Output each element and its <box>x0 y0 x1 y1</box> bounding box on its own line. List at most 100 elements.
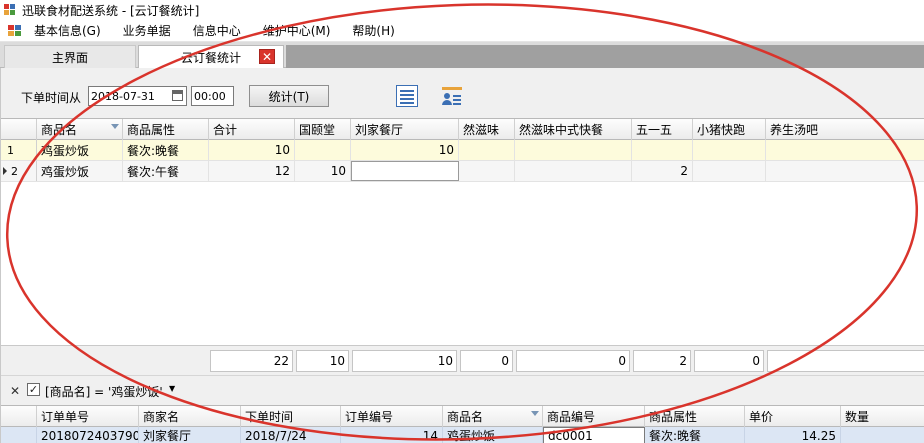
calendar-icon[interactable] <box>172 90 183 101</box>
col-header-total[interactable]: 合计 <box>209 119 295 140</box>
cell-yangsheng[interactable] <box>766 161 924 181</box>
cell-guoyitang[interactable]: 10 <box>295 161 351 181</box>
col-header-attr[interactable]: 商品属性 <box>123 119 209 140</box>
current-row-arrow-icon <box>3 167 7 175</box>
date-value: 2018-07-31 <box>91 89 155 103</box>
content-panel: 下单时间从 2018-07-31 00:00 统计(T) 商品名 商品属性 合计… <box>0 68 924 443</box>
app-icon <box>4 4 16 16</box>
cell-total[interactable]: 12 <box>209 161 295 181</box>
col-header-merchant[interactable]: 商家名 <box>139 406 241 427</box>
total-liujia: 10 <box>352 350 457 372</box>
detail-grid: 订单单号 商家名 下单时间 订单编号 商品名 商品编号 商品属性 单价 数量 2… <box>1 405 924 443</box>
total-ranziwei-fast: 0 <box>516 350 630 372</box>
cell-qty[interactable] <box>841 427 924 443</box>
cell-ranziwei[interactable] <box>459 161 515 181</box>
cell-wuyiwu[interactable]: 2 <box>632 161 693 181</box>
tab-bar: 主界面 云订餐统计 ✕ <box>0 42 924 68</box>
mdi-window-icon[interactable] <box>8 24 22 37</box>
menu-business-docs[interactable]: 业务单据 <box>123 22 171 39</box>
chevron-down-icon[interactable]: ▼ <box>169 384 175 393</box>
cell-order-no[interactable]: 2018072403790 <box>37 427 139 443</box>
cell-product[interactable]: 鸡蛋炒饭 <box>443 427 543 443</box>
cell-attr[interactable]: 餐次:午餐 <box>123 161 209 181</box>
col-header-product[interactable]: 商品名 <box>443 406 543 427</box>
cell-order-time[interactable]: 2018/7/24 <box>241 427 341 443</box>
filter-bar: 下单时间从 2018-07-31 00:00 统计(T) <box>1 68 924 118</box>
cell-yangsheng[interactable] <box>766 140 924 160</box>
col-header-qty[interactable]: 数量 <box>841 406 924 427</box>
time-input[interactable]: 00:00 <box>191 86 234 106</box>
grid-header: 商品名 商品属性 合计 国颐堂 刘家餐厅 然滋味 然滋味中式快餐 五一五 小猪快… <box>1 119 924 140</box>
user-card-icon[interactable] <box>441 85 463 107</box>
cell-product-code[interactable]: dc0001 <box>543 427 645 443</box>
table-row[interactable]: 2 鸡蛋炒饭 餐次:午餐 12 10 2 <box>1 161 924 182</box>
tab-strip-background <box>286 45 924 68</box>
stat-button[interactable]: 统计(T) <box>249 85 329 107</box>
row-index: 2 <box>11 164 18 178</box>
col-header-product[interactable]: 商品名 <box>37 119 123 140</box>
menu-maintenance[interactable]: 维护中心(M) <box>263 22 331 39</box>
tab-home[interactable]: 主界面 <box>4 45 136 68</box>
cell-order-code[interactable]: 14 <box>341 427 443 443</box>
title-bar: 迅联食材配送系统 - [云订餐统计] <box>0 0 924 20</box>
cell-attr[interactable]: 餐次:晚餐 <box>123 140 209 160</box>
summary-grid: 商品名 商品属性 合计 国颐堂 刘家餐厅 然滋味 然滋味中式快餐 五一五 小猪快… <box>1 118 924 345</box>
time-value: 00:00 <box>194 89 226 103</box>
row-index: 1 <box>1 140 37 160</box>
col-header-wuyiwu[interactable]: 五一五 <box>632 119 693 140</box>
col-header-product-code[interactable]: 商品编号 <box>543 406 645 427</box>
total-yangsheng <box>767 350 924 372</box>
cell-product-attr[interactable]: 餐次:晚餐 <box>645 427 745 443</box>
table-row[interactable]: 1 鸡蛋炒饭 餐次:晚餐 10 10 <box>1 140 924 161</box>
menu-bar: 基本信息(G) 业务单据 信息中心 维护中心(M) 帮助(H) <box>0 20 924 42</box>
from-label: 下单时间从 <box>21 91 82 105</box>
total-sum: 22 <box>210 350 293 372</box>
tab-cloud-order-stats[interactable]: 云订餐统计 ✕ <box>138 45 284 68</box>
cell-ranziwei[interactable] <box>459 140 515 160</box>
col-header-ranziwei[interactable]: 然滋味 <box>459 119 515 140</box>
total-wuyiwu: 2 <box>633 350 691 372</box>
filter-icon[interactable] <box>531 411 539 416</box>
col-header-order-time[interactable]: 下单时间 <box>241 406 341 427</box>
cell-xiaozhu[interactable] <box>693 161 766 181</box>
col-header-price[interactable]: 单价 <box>745 406 841 427</box>
cell-product[interactable]: 鸡蛋炒饭 <box>37 140 123 160</box>
close-icon[interactable]: ✕ <box>259 49 275 64</box>
col-header-order-code[interactable]: 订单编号 <box>341 406 443 427</box>
cell-ranziwei-fast[interactable] <box>515 140 632 160</box>
total-guoyitang: 10 <box>296 350 349 372</box>
col-header-order-no[interactable]: 订单单号 <box>37 406 139 427</box>
col-header-guoyitang[interactable]: 国颐堂 <box>295 119 351 140</box>
menu-info-center[interactable]: 信息中心 <box>193 22 241 39</box>
col-header-ranziwei-fast[interactable]: 然滋味中式快餐 <box>515 119 632 140</box>
menu-help[interactable]: 帮助(H) <box>352 22 394 39</box>
filter-expression[interactable]: [商品名] = '鸡蛋炒饭' <box>45 383 163 400</box>
table-row[interactable]: 2018072403790 刘家餐厅 2018/7/24 14 鸡蛋炒饭 dc0… <box>1 427 924 443</box>
menu-basic-info[interactable]: 基本信息(G) <box>34 22 101 39</box>
tab-active-label: 云订餐统计 <box>181 50 242 65</box>
row-indicator-header <box>1 119 37 140</box>
total-xiaozhu: 0 <box>694 350 764 372</box>
col-header-xiaozhu[interactable]: 小猪快跑 <box>693 119 766 140</box>
detail-grid-header: 订单单号 商家名 下单时间 订单编号 商品名 商品编号 商品属性 单价 数量 <box>1 406 924 427</box>
cell-xiaozhu[interactable] <box>693 140 766 160</box>
cell-ranziwei-fast[interactable] <box>515 161 632 181</box>
filter-enabled-checkbox[interactable]: ✓ <box>27 383 40 396</box>
cell-liujia-editing[interactable] <box>351 161 459 181</box>
filter-icon[interactable] <box>111 124 119 129</box>
cell-guoyitang[interactable] <box>295 140 351 160</box>
cell-price[interactable]: 14.25 <box>745 427 841 443</box>
cell-total[interactable]: 10 <box>209 140 295 160</box>
clear-filter-icon[interactable]: ✕ <box>10 384 20 398</box>
date-picker[interactable]: 2018-07-31 <box>88 86 187 106</box>
cell-liujia[interactable]: 10 <box>351 140 459 160</box>
list-view-icon[interactable] <box>396 85 418 107</box>
col-header-yangsheng[interactable]: 养生汤吧 <box>766 119 924 140</box>
cell-merchant[interactable]: 刘家餐厅 <box>139 427 241 443</box>
col-header-liujia[interactable]: 刘家餐厅 <box>351 119 459 140</box>
tab-home-label: 主界面 <box>51 50 88 65</box>
cell-product[interactable]: 鸡蛋炒饭 <box>37 161 123 181</box>
col-header-product-attr[interactable]: 商品属性 <box>645 406 745 427</box>
cell-wuyiwu[interactable] <box>632 140 693 160</box>
active-filter-panel: ✕ ✓ [商品名] = '鸡蛋炒饭' ▼ <box>1 375 924 405</box>
